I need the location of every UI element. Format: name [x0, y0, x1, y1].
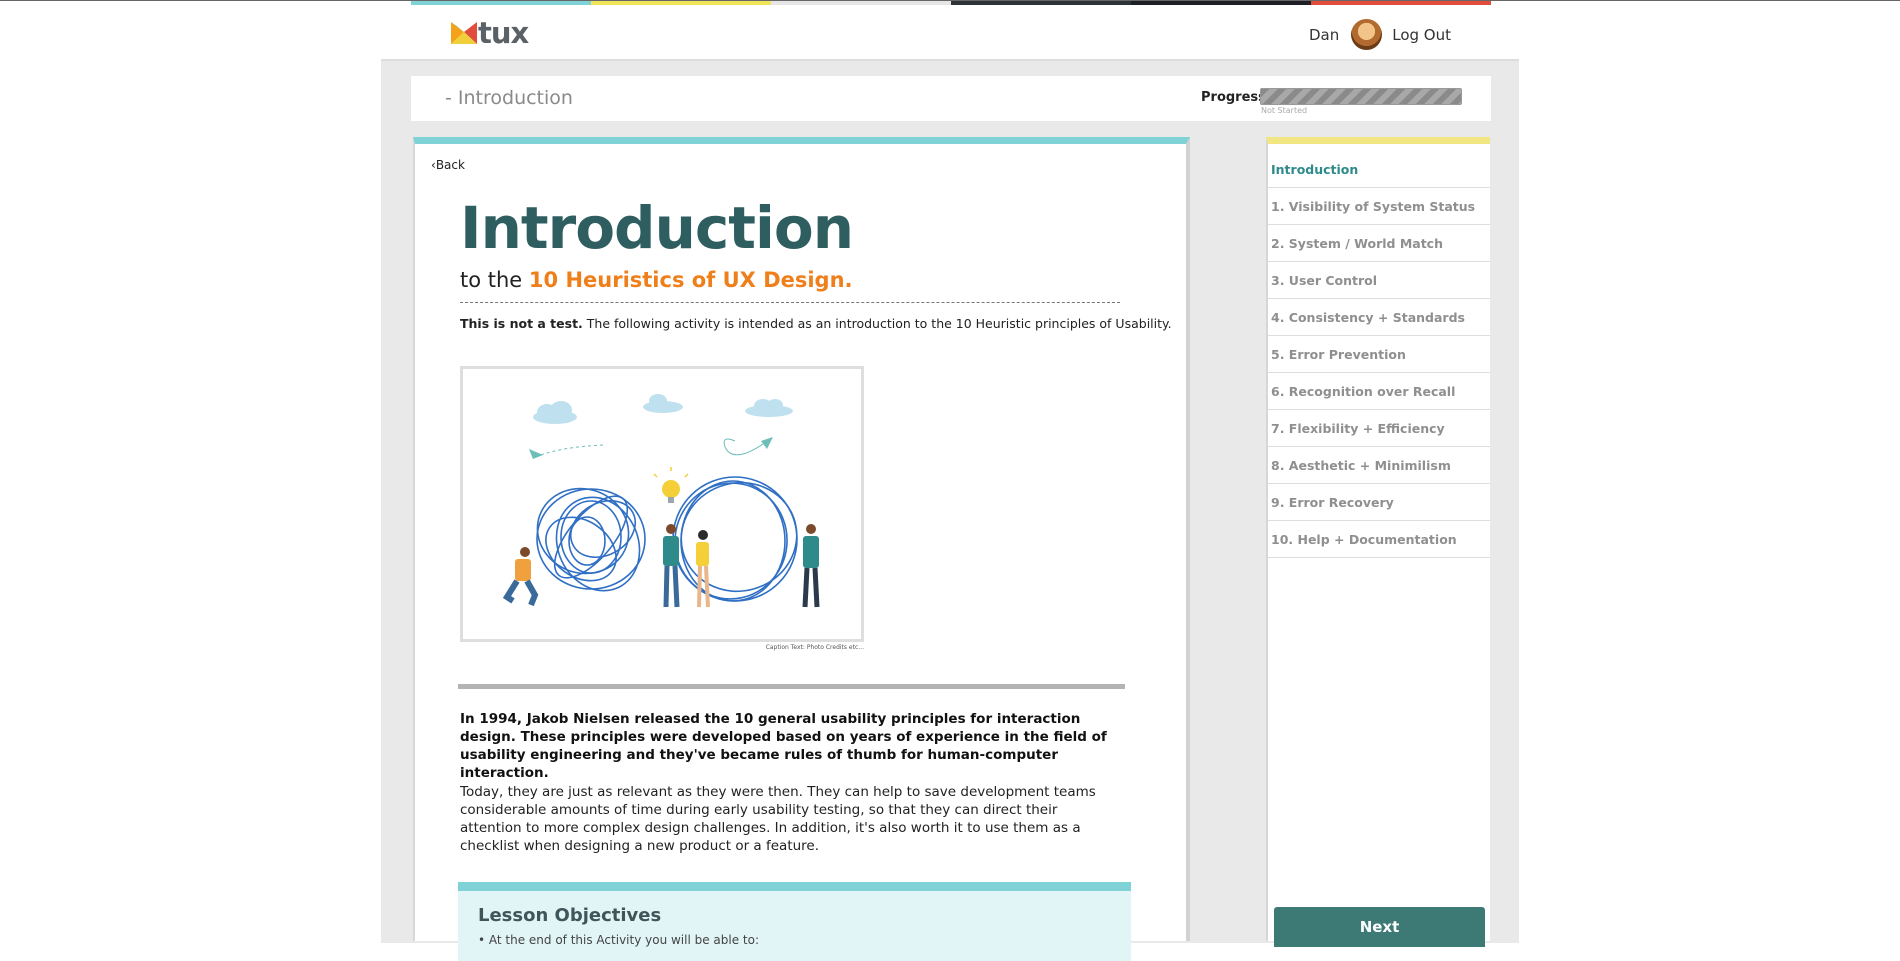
nav-item-recognition[interactable]: 6. Recognition over Recall	[1268, 373, 1490, 410]
lesson-content: ‹Back Introduction to the 10 Heuristics …	[413, 137, 1190, 961]
intro-bold: This is not a test.	[460, 316, 583, 331]
nav-item-error-prevention[interactable]: 5. Error Prevention	[1268, 336, 1490, 373]
dotted-divider	[460, 302, 1120, 303]
back-link[interactable]: ‹Back	[431, 158, 465, 172]
user-name: Dan	[1308, 25, 1340, 44]
lesson-illustration	[460, 366, 864, 642]
nav-item-consistency[interactable]: 4. Consistency + Standards	[1268, 299, 1490, 336]
progress-bar	[1260, 88, 1462, 105]
lesson-sidebar: Introduction 1. Visibility of System Sta…	[1266, 137, 1490, 947]
objectives-title: Lesson Objectives	[478, 905, 662, 926]
nav-item-flexibility[interactable]: 7. Flexibility + Efficiency	[1268, 410, 1490, 447]
breadcrumb: - Introduction	[445, 87, 573, 109]
paragraph-body: Today, they are just as relevant as they…	[460, 784, 1096, 854]
lesson-nav: Introduction 1. Visibility of System Sta…	[1268, 144, 1490, 558]
paragraph-bold: In 1994, Jakob Nielsen released the 10 g…	[460, 711, 1107, 781]
nav-item-error-recovery[interactable]: 9. Error Recovery	[1268, 484, 1490, 521]
section-separator	[458, 684, 1125, 689]
nav-item-introduction[interactable]: Introduction	[1268, 144, 1490, 188]
back-label: Back	[435, 158, 465, 172]
nav-item-aesthetic[interactable]: 8. Aesthetic + Minimilism	[1268, 447, 1490, 484]
progress-label: Progress	[1201, 90, 1266, 105]
page-subtitle: to the 10 Heuristics of UX Design.	[460, 268, 853, 292]
illustration-image	[502, 394, 820, 608]
page-title: Introduction	[460, 194, 854, 262]
subtitle-prefix: to the	[460, 268, 529, 292]
lesson-objectives-box: Lesson Objectives • At the end of this A…	[458, 882, 1131, 961]
nav-item-system-world-match[interactable]: 2. System / World Match	[1268, 225, 1490, 262]
logout-link[interactable]: Log Out	[1392, 26, 1451, 44]
tux-logo[interactable]: tux	[451, 15, 529, 51]
subtitle-suffix: .	[844, 268, 853, 292]
intro-rest: The following activity is intended as an…	[582, 316, 1172, 331]
image-caption: Caption Text: Photo Credits etc...	[765, 644, 864, 651]
progress-status: Not Started	[1261, 106, 1308, 115]
lesson-titlebar: - Introduction Progress Not Started	[411, 76, 1491, 121]
objectives-line: • At the end of this Activity you will b…	[478, 933, 760, 947]
avatar[interactable]	[1351, 19, 1383, 50]
nav-item-user-control[interactable]: 3. User Control	[1268, 262, 1490, 299]
app-header: tux Dan Log Out	[411, 5, 1491, 59]
subtitle-highlight: 10 Heuristics of UX Design	[528, 268, 845, 292]
logo-text: tux	[478, 16, 529, 50]
intro-text: This is not a test. The following activi…	[460, 316, 1172, 331]
logo-mark-icon	[451, 22, 477, 44]
user-menu: Dan Log Out	[1309, 19, 1451, 50]
next-button[interactable]: Next	[1274, 907, 1485, 947]
nav-item-help-documentation[interactable]: 10. Help + Documentation	[1268, 521, 1490, 558]
nav-item-visibility[interactable]: 1. Visibility of System Status	[1268, 188, 1490, 225]
